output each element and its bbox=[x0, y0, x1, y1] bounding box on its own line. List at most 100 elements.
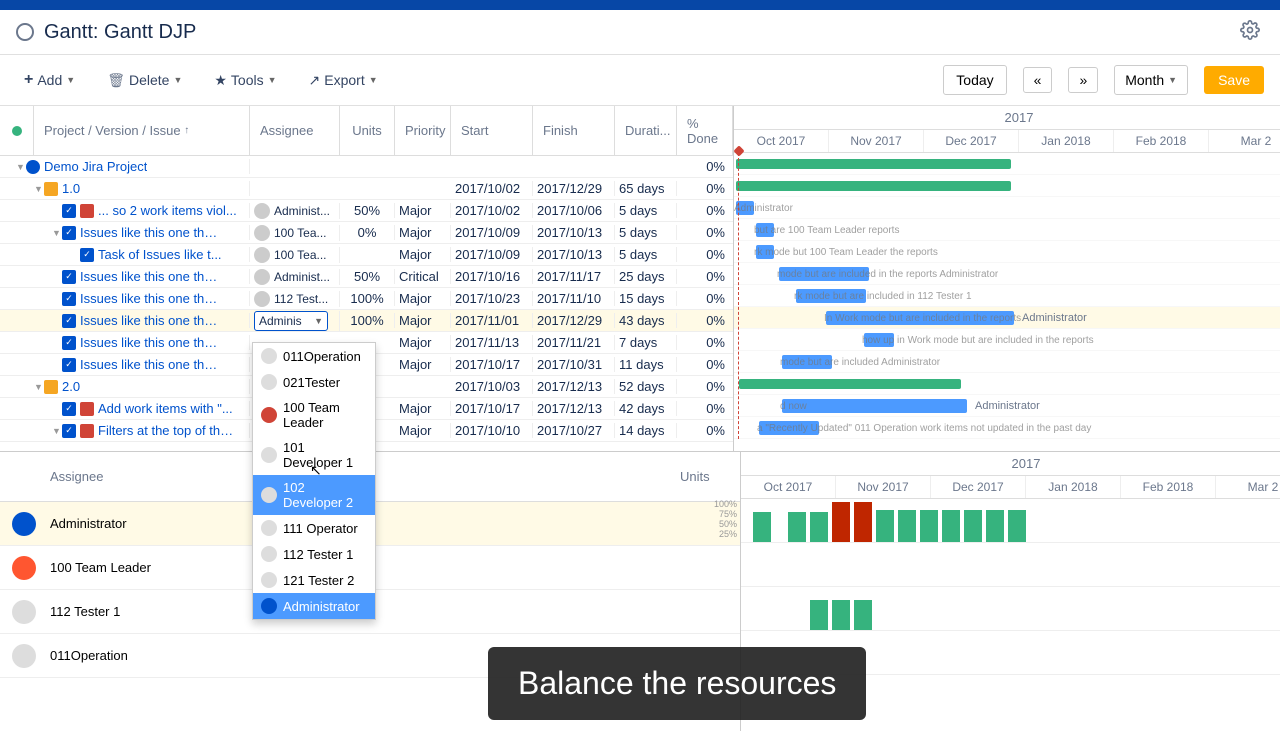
expand-toggle[interactable]: ▼ bbox=[52, 228, 62, 238]
dropdown-item[interactable]: 121 Tester 2 bbox=[253, 567, 375, 593]
dropdown-item[interactable]: 021Tester bbox=[253, 369, 375, 395]
checkbox-icon: ✓ bbox=[62, 226, 76, 240]
gantt-row: how up in Work mode but are included in … bbox=[734, 329, 1280, 351]
task-link[interactable]: 2.0 bbox=[62, 379, 80, 394]
task-link[interactable]: 1.0 bbox=[62, 181, 80, 196]
story-icon bbox=[80, 424, 94, 438]
task-row[interactable]: ▼1.02017/10/022017/12/2965 days0% bbox=[0, 178, 733, 200]
export-button[interactable]: ↗Export▼ bbox=[301, 68, 386, 93]
task-link[interactable]: Issues like this one tha... bbox=[80, 269, 220, 284]
avatar-icon bbox=[254, 269, 270, 285]
col-priority[interactable]: Priority bbox=[395, 106, 451, 155]
avatar-icon bbox=[261, 374, 277, 390]
dropdown-item[interactable]: 112 Tester 1 bbox=[253, 541, 375, 567]
checkbox-icon: ✓ bbox=[62, 424, 76, 438]
dropdown-item[interactable]: 101 Developer 1 bbox=[253, 435, 375, 475]
assignee-combo[interactable]: Adminis▼ bbox=[254, 311, 328, 331]
month-header: Nov 2017 bbox=[829, 130, 924, 152]
gantt-bar[interactable]: mode but are included Administrator bbox=[782, 355, 832, 369]
avatar-icon bbox=[12, 556, 36, 580]
task-link[interactable]: Issues like this one tha... bbox=[80, 225, 220, 240]
month-header: Nov 2017 bbox=[836, 476, 931, 498]
task-row[interactable]: ✓Task of Issues like t...100 Tea...Major… bbox=[0, 244, 733, 266]
histogram-bar bbox=[832, 502, 850, 542]
avatar-icon bbox=[261, 407, 277, 423]
task-row[interactable]: ▼✓Issues like this one tha...100 Tea...0… bbox=[0, 222, 733, 244]
col-start[interactable]: Start bbox=[451, 106, 533, 155]
avatar-icon bbox=[254, 247, 270, 263]
task-row[interactable]: ✓Issues like this one tha...Adminis▼100%… bbox=[0, 310, 733, 332]
dropdown-item[interactable]: 011Operation bbox=[253, 343, 375, 369]
gantt-bar[interactable]: rk mode but are included in 112 Tester 1 bbox=[796, 289, 866, 303]
task-row[interactable]: ✓Issues like this one tha...Administ...5… bbox=[0, 266, 733, 288]
gantt-bar[interactable]: In Work mode but are included in the rep… bbox=[826, 311, 1014, 325]
assignee-dropdown[interactable]: 011Operation021Tester100 Team Leader101 … bbox=[252, 342, 376, 620]
gantt-bar[interactable]: rk mode but 100 Team Leader the reports bbox=[756, 245, 774, 259]
histogram-bar bbox=[964, 510, 982, 542]
expand-toggle[interactable]: ▼ bbox=[34, 382, 44, 392]
gantt-icon bbox=[16, 23, 34, 41]
histogram-bar bbox=[788, 512, 806, 542]
col-project[interactable]: Project / Version / Issue ↑ bbox=[34, 106, 250, 155]
checkbox-icon: ✓ bbox=[62, 402, 76, 416]
gantt-bar[interactable]: how up in Work mode but are included in … bbox=[864, 333, 894, 347]
resource-col-units[interactable]: Units bbox=[680, 469, 740, 484]
gantt-bar[interactable] bbox=[736, 159, 1011, 169]
prev-button[interactable]: « bbox=[1023, 67, 1053, 93]
gantt-bar[interactable]: a "Recently Updated" 011 Operation work … bbox=[759, 421, 819, 435]
histogram-row: 100%75%50%25% bbox=[741, 499, 1280, 543]
task-link[interactable]: Task of Issues like t... bbox=[98, 247, 222, 262]
col-done[interactable]: % Done bbox=[677, 106, 733, 155]
story-icon bbox=[80, 204, 94, 218]
settings-gear-icon[interactable] bbox=[1240, 20, 1264, 44]
task-link[interactable]: Issues like this one tha... bbox=[80, 335, 220, 350]
add-button[interactable]: +Add▼ bbox=[16, 67, 83, 93]
delete-button[interactable]: 🗑Delete▼ bbox=[99, 68, 190, 93]
histogram-bar bbox=[920, 510, 938, 542]
today-button[interactable]: Today bbox=[943, 65, 1006, 95]
version-icon bbox=[44, 380, 58, 394]
export-icon: ↗ bbox=[309, 72, 321, 89]
task-link[interactable]: Demo Jira Project bbox=[44, 159, 147, 174]
save-button[interactable]: Save bbox=[1204, 66, 1264, 94]
task-link[interactable]: Add work items with "... bbox=[98, 401, 233, 416]
task-link[interactable]: Filters at the top of the... bbox=[98, 423, 238, 438]
col-finish[interactable]: Finish bbox=[533, 106, 615, 155]
scale-select[interactable]: Month▼ bbox=[1114, 65, 1188, 95]
expand-toggle[interactable]: ▼ bbox=[16, 162, 26, 172]
task-link[interactable]: ... so 2 work items viol... bbox=[98, 203, 237, 218]
tools-button[interactable]: ★Tools▼ bbox=[206, 68, 284, 93]
task-row[interactable]: ▼Demo Jira Project0% bbox=[0, 156, 733, 178]
next-button[interactable]: » bbox=[1068, 67, 1098, 93]
histogram-bar bbox=[810, 600, 828, 630]
task-link[interactable]: Issues like this one tha... bbox=[80, 291, 220, 306]
histogram-bar bbox=[810, 512, 828, 542]
col-assignee[interactable]: Assignee bbox=[250, 106, 340, 155]
dropdown-item[interactable]: 102 Developer 2 bbox=[253, 475, 375, 515]
task-row[interactable]: ✓Issues like this one tha...112 Test...1… bbox=[0, 288, 733, 310]
project-icon bbox=[26, 160, 40, 174]
status-dot-icon bbox=[12, 126, 22, 136]
checkbox-icon: ✓ bbox=[62, 292, 76, 306]
expand-toggle[interactable]: ▼ bbox=[34, 184, 44, 194]
gantt-bar[interactable]: d nowAdministrator bbox=[782, 399, 967, 413]
checkbox-icon: ✓ bbox=[62, 204, 76, 218]
col-duration[interactable]: Durati... bbox=[615, 106, 677, 155]
task-row[interactable]: ✓... so 2 work items viol...Administ...5… bbox=[0, 200, 733, 222]
task-link[interactable]: Issues like this one tha... bbox=[80, 313, 220, 328]
dropdown-item[interactable]: 100 Team Leader bbox=[253, 395, 375, 435]
dropdown-item[interactable]: Administrator bbox=[253, 593, 375, 619]
avatar-icon bbox=[12, 600, 36, 624]
month-header: Dec 2017 bbox=[924, 130, 1019, 152]
gantt-bar[interactable]: mode but are included in the reports Adm… bbox=[779, 267, 869, 281]
histogram-bar bbox=[942, 510, 960, 542]
gantt-year: 2017 bbox=[734, 106, 1280, 130]
histogram-bar bbox=[986, 510, 1004, 542]
gantt-bar[interactable]: but are 100 Team Leader reports bbox=[756, 223, 774, 237]
gantt-bar[interactable] bbox=[736, 181, 1011, 191]
expand-toggle[interactable]: ▼ bbox=[52, 426, 62, 436]
gantt-bar[interactable] bbox=[739, 379, 961, 389]
task-link[interactable]: Issues like this one tha... bbox=[80, 357, 220, 372]
col-units[interactable]: Units bbox=[340, 106, 395, 155]
dropdown-item[interactable]: 111 Operator bbox=[253, 515, 375, 541]
